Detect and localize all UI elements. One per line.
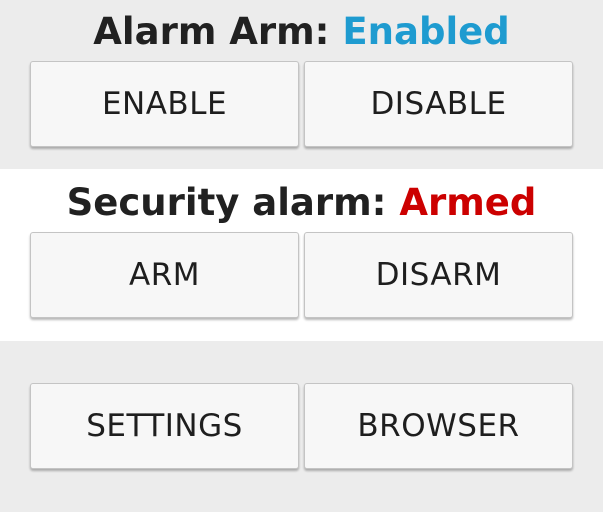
security-alarm-status-line: Security alarm: Armed	[0, 181, 603, 225]
settings-button[interactable]: SETTINGS	[30, 383, 299, 469]
alarm-arm-status-line: Alarm Arm: Enabled	[0, 10, 603, 54]
security-alarm-panel: Security alarm: Armed ARM DISARM	[0, 169, 603, 341]
arm-button[interactable]: ARM	[30, 232, 299, 318]
security-alarm-label: Security alarm:	[66, 181, 400, 224]
security-alarm-status-value: Armed	[399, 181, 537, 224]
disable-button[interactable]: DISABLE	[304, 61, 573, 147]
alarm-arm-label: Alarm Arm:	[93, 10, 343, 53]
enable-button[interactable]: ENABLE	[30, 61, 299, 147]
alarm-arm-panel: Alarm Arm: Enabled ENABLE DISABLE	[0, 0, 603, 169]
actions-panel: SETTINGS BROWSER	[0, 341, 603, 512]
alarm-arm-status-value: Enabled	[342, 10, 510, 53]
disarm-button[interactable]: DISARM	[304, 232, 573, 318]
browser-button[interactable]: BROWSER	[304, 383, 573, 469]
